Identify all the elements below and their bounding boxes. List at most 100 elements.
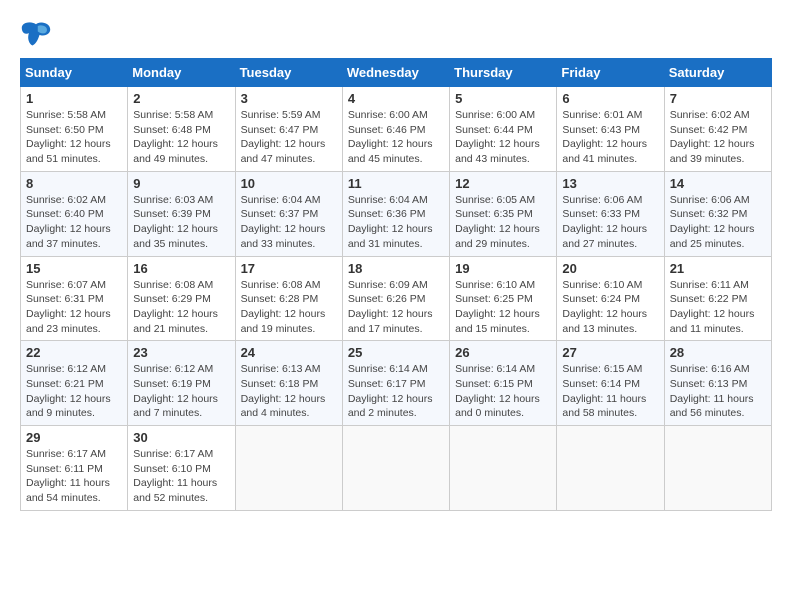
calendar-cell: 23Sunrise: 6:12 AM Sunset: 6:19 PM Dayli… <box>128 341 235 426</box>
calendar-cell <box>450 426 557 511</box>
day-number: 3 <box>241 91 337 106</box>
day-info: Sunrise: 5:58 AM Sunset: 6:50 PM Dayligh… <box>26 108 122 167</box>
day-info: Sunrise: 5:58 AM Sunset: 6:48 PM Dayligh… <box>133 108 229 167</box>
calendar-cell: 24 Sunrise: 6:13 AM Sunset: 6:18 PM Dayli… <box>235 341 342 426</box>
calendar-cell: 6 Sunrise: 6:01 AM Sunset: 6:43 PM Daylig… <box>557 87 664 172</box>
day-info: Sunrise: 6:04 AM Sunset: 6:36 PM Dayligh… <box>348 193 444 252</box>
calendar-week-5: 29Sunrise: 6:17 AM Sunset: 6:11 PM Dayli… <box>21 426 772 511</box>
day-info: Sunrise: 6:17 AM Sunset: 6:11 PM Dayligh… <box>26 447 122 506</box>
day-number: 22 <box>26 345 122 360</box>
day-number: 4 <box>348 91 444 106</box>
day-info: Sunrise: 6:06 AM Sunset: 6:33 PM Dayligh… <box>562 193 658 252</box>
day-number: 7 <box>670 91 766 106</box>
day-number: 16 <box>133 261 229 276</box>
day-info: Sunrise: 6:01 AM Sunset: 6:43 PM Dayligh… <box>562 108 658 167</box>
calendar: SundayMondayTuesdayWednesdayThursdayFrid… <box>20 58 772 511</box>
day-number: 6 <box>562 91 658 106</box>
day-info: Sunrise: 6:12 AM Sunset: 6:21 PM Dayligh… <box>26 362 122 421</box>
day-info: Sunrise: 6:06 AM Sunset: 6:32 PM Dayligh… <box>670 193 766 252</box>
calendar-cell <box>235 426 342 511</box>
day-number: 17 <box>241 261 337 276</box>
calendar-cell: 15 Sunrise: 6:07 AM Sunset: 6:31 PM Dayli… <box>21 256 128 341</box>
day-info: Sunrise: 5:59 AM Sunset: 6:47 PM Dayligh… <box>241 108 337 167</box>
calendar-cell: 2 Sunrise: 5:58 AM Sunset: 6:48 PM Daylig… <box>128 87 235 172</box>
day-info: Sunrise: 6:08 AM Sunset: 6:29 PM Dayligh… <box>133 278 229 337</box>
day-info: Sunrise: 6:17 AM Sunset: 6:10 PM Dayligh… <box>133 447 229 506</box>
calendar-cell: 30 Sunrise: 6:17 AM Sunset: 6:10 PM Dayli… <box>128 426 235 511</box>
calendar-cell: 26 Sunrise: 6:14 AM Sunset: 6:15 PM Dayli… <box>450 341 557 426</box>
calendar-cell: 12 Sunrise: 6:05 AM Sunset: 6:35 PM Dayli… <box>450 171 557 256</box>
header-wednesday: Wednesday <box>342 59 449 87</box>
logo <box>20 20 56 48</box>
calendar-cell: 25 Sunrise: 6:14 AM Sunset: 6:17 PM Dayli… <box>342 341 449 426</box>
calendar-cell: 5 Sunrise: 6:00 AM Sunset: 6:44 PM Daylig… <box>450 87 557 172</box>
calendar-cell: 10 Sunrise: 6:04 AM Sunset: 6:37 PM Dayli… <box>235 171 342 256</box>
day-number: 19 <box>455 261 551 276</box>
calendar-cell <box>342 426 449 511</box>
day-number: 27 <box>562 345 658 360</box>
calendar-week-2: 8Sunrise: 6:02 AM Sunset: 6:40 PM Daylig… <box>21 171 772 256</box>
header-monday: Monday <box>128 59 235 87</box>
calendar-cell: 22 Sunrise: 6:12 AM Sunset: 6:21 PM Dayli… <box>21 341 128 426</box>
calendar-cell: 16 Sunrise: 6:08 AM Sunset: 6:29 PM Dayli… <box>128 256 235 341</box>
day-number: 8 <box>26 176 122 191</box>
calendar-cell: 11Sunrise: 6:04 AM Sunset: 6:36 PM Dayli… <box>342 171 449 256</box>
logo-icon <box>20 20 52 48</box>
day-number: 1 <box>26 91 122 106</box>
calendar-cell: 9 Sunrise: 6:03 AM Sunset: 6:39 PM Daylig… <box>128 171 235 256</box>
calendar-cell <box>664 426 771 511</box>
header-sunday: Sunday <box>21 59 128 87</box>
day-info: Sunrise: 6:11 AM Sunset: 6:22 PM Dayligh… <box>670 278 766 337</box>
day-number: 26 <box>455 345 551 360</box>
calendar-cell: 1 Sunrise: 5:58 AM Sunset: 6:50 PM Daylig… <box>21 87 128 172</box>
calendar-cell: 7 Sunrise: 6:02 AM Sunset: 6:42 PM Daylig… <box>664 87 771 172</box>
day-info: Sunrise: 6:00 AM Sunset: 6:44 PM Dayligh… <box>455 108 551 167</box>
calendar-cell: 13 Sunrise: 6:06 AM Sunset: 6:33 PM Dayli… <box>557 171 664 256</box>
calendar-cell: 28 Sunrise: 6:16 AM Sunset: 6:13 PM Dayli… <box>664 341 771 426</box>
calendar-cell: 21 Sunrise: 6:11 AM Sunset: 6:22 PM Dayli… <box>664 256 771 341</box>
calendar-cell: 29Sunrise: 6:17 AM Sunset: 6:11 PM Dayli… <box>21 426 128 511</box>
day-info: Sunrise: 6:12 AM Sunset: 6:19 PM Dayligh… <box>133 362 229 421</box>
day-info: Sunrise: 6:09 AM Sunset: 6:26 PM Dayligh… <box>348 278 444 337</box>
day-info: Sunrise: 6:14 AM Sunset: 6:15 PM Dayligh… <box>455 362 551 421</box>
calendar-cell: 14 Sunrise: 6:06 AM Sunset: 6:32 PM Dayli… <box>664 171 771 256</box>
day-number: 20 <box>562 261 658 276</box>
calendar-cell: 18 Sunrise: 6:09 AM Sunset: 6:26 PM Dayli… <box>342 256 449 341</box>
day-number: 18 <box>348 261 444 276</box>
day-info: Sunrise: 6:04 AM Sunset: 6:37 PM Dayligh… <box>241 193 337 252</box>
calendar-week-3: 15 Sunrise: 6:07 AM Sunset: 6:31 PM Dayli… <box>21 256 772 341</box>
day-info: Sunrise: 6:03 AM Sunset: 6:39 PM Dayligh… <box>133 193 229 252</box>
day-info: Sunrise: 6:10 AM Sunset: 6:25 PM Dayligh… <box>455 278 551 337</box>
header-thursday: Thursday <box>450 59 557 87</box>
calendar-header-row: SundayMondayTuesdayWednesdayThursdayFrid… <box>21 59 772 87</box>
day-info: Sunrise: 6:02 AM Sunset: 6:42 PM Dayligh… <box>670 108 766 167</box>
day-number: 21 <box>670 261 766 276</box>
day-info: Sunrise: 6:05 AM Sunset: 6:35 PM Dayligh… <box>455 193 551 252</box>
day-number: 28 <box>670 345 766 360</box>
day-number: 13 <box>562 176 658 191</box>
day-number: 24 <box>241 345 337 360</box>
day-number: 15 <box>26 261 122 276</box>
day-info: Sunrise: 6:07 AM Sunset: 6:31 PM Dayligh… <box>26 278 122 337</box>
day-number: 14 <box>670 176 766 191</box>
calendar-cell: 8Sunrise: 6:02 AM Sunset: 6:40 PM Daylig… <box>21 171 128 256</box>
day-number: 2 <box>133 91 229 106</box>
day-number: 30 <box>133 430 229 445</box>
day-info: Sunrise: 6:14 AM Sunset: 6:17 PM Dayligh… <box>348 362 444 421</box>
day-number: 9 <box>133 176 229 191</box>
calendar-cell: 20 Sunrise: 6:10 AM Sunset: 6:24 PM Dayli… <box>557 256 664 341</box>
day-info: Sunrise: 6:15 AM Sunset: 6:14 PM Dayligh… <box>562 362 658 421</box>
header-tuesday: Tuesday <box>235 59 342 87</box>
day-number: 10 <box>241 176 337 191</box>
header-saturday: Saturday <box>664 59 771 87</box>
day-info: Sunrise: 6:10 AM Sunset: 6:24 PM Dayligh… <box>562 278 658 337</box>
day-info: Sunrise: 6:13 AM Sunset: 6:18 PM Dayligh… <box>241 362 337 421</box>
calendar-cell: 19 Sunrise: 6:10 AM Sunset: 6:25 PM Dayli… <box>450 256 557 341</box>
calendar-cell: 3 Sunrise: 5:59 AM Sunset: 6:47 PM Daylig… <box>235 87 342 172</box>
day-number: 25 <box>348 345 444 360</box>
day-number: 12 <box>455 176 551 191</box>
day-info: Sunrise: 6:16 AM Sunset: 6:13 PM Dayligh… <box>670 362 766 421</box>
day-info: Sunrise: 6:00 AM Sunset: 6:46 PM Dayligh… <box>348 108 444 167</box>
day-number: 5 <box>455 91 551 106</box>
calendar-week-1: 1 Sunrise: 5:58 AM Sunset: 6:50 PM Daylig… <box>21 87 772 172</box>
